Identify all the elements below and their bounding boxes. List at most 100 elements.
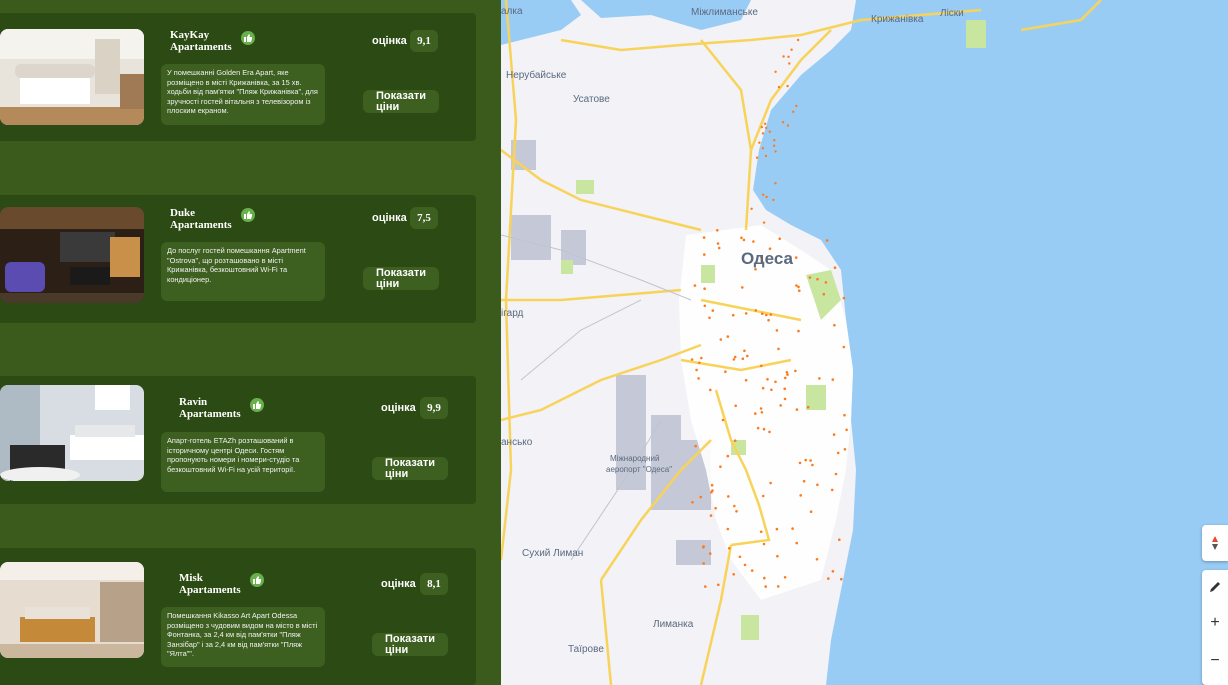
map-marker[interactable]: [693, 284, 697, 287]
map-marker[interactable]: [833, 323, 836, 327]
map-marker[interactable]: [691, 501, 694, 504]
show-prices-button[interactable]: Показати ціни: [363, 267, 439, 290]
map-marker[interactable]: [799, 494, 802, 497]
map-marker[interactable]: [719, 338, 723, 341]
map-marker[interactable]: [714, 506, 717, 510]
map-marker[interactable]: [750, 207, 753, 210]
map-marker[interactable]: [786, 84, 789, 88]
map-marker[interactable]: [717, 246, 721, 250]
map-marker[interactable]: [726, 335, 730, 338]
dark-lounge-photo[interactable]: [0, 207, 144, 303]
map-marker[interactable]: [806, 405, 810, 409]
map-marker[interactable]: [787, 55, 790, 58]
map-marker[interactable]: [770, 388, 773, 392]
map-marker[interactable]: [760, 364, 763, 368]
show-prices-button[interactable]: Показати ціни: [363, 90, 439, 113]
map-marker[interactable]: [750, 569, 754, 572]
map-marker[interactable]: [743, 563, 747, 567]
pencil-icon[interactable]: [1202, 570, 1228, 604]
map-marker[interactable]: [775, 329, 779, 332]
listing-title[interactable]: Duke Apartaments: [170, 207, 232, 231]
map-marker[interactable]: [769, 481, 772, 485]
map-marker[interactable]: [766, 378, 769, 381]
listing-title[interactable]: KayKay Apartaments: [170, 29, 232, 53]
map-marker[interactable]: [816, 277, 819, 281]
map-marker[interactable]: [726, 527, 730, 531]
map-marker[interactable]: [762, 193, 765, 196]
map-marker[interactable]: [833, 266, 837, 270]
map-marker[interactable]: [765, 195, 768, 199]
map-marker[interactable]: [710, 483, 714, 487]
map-marker[interactable]: [772, 144, 776, 147]
zoom-out-button[interactable]: −: [1202, 644, 1228, 678]
map-marker[interactable]: [762, 542, 766, 546]
map-marker[interactable]: [767, 318, 770, 322]
map-marker[interactable]: [726, 454, 730, 458]
map-marker[interactable]: [774, 150, 777, 153]
map-marker[interactable]: [759, 530, 763, 534]
map-marker[interactable]: [721, 418, 725, 422]
map-marker[interactable]: [709, 388, 712, 392]
map-marker[interactable]: [732, 573, 735, 576]
map-marker[interactable]: [783, 576, 787, 579]
show-prices-button[interactable]: Показати ціни: [372, 633, 448, 656]
map-marker[interactable]: [731, 313, 735, 317]
map-marker[interactable]: [746, 354, 749, 358]
map-marker[interactable]: [702, 562, 705, 565]
map-marker[interactable]: [695, 368, 698, 372]
map-marker[interactable]: [708, 316, 711, 320]
map-marker[interactable]: [822, 292, 826, 296]
map-marker[interactable]: [783, 397, 787, 401]
map-marker[interactable]: [809, 510, 813, 513]
map-marker[interactable]: [744, 378, 748, 382]
map-view[interactable]: алка Міжлиманське Крижанівка Ліски Неруб…: [501, 0, 1228, 685]
map-marker[interactable]: [834, 472, 838, 476]
map-marker[interactable]: [761, 494, 765, 498]
map-marker[interactable]: [694, 444, 697, 448]
map-marker[interactable]: [702, 545, 705, 549]
map-marker[interactable]: [760, 125, 763, 129]
map-marker[interactable]: [843, 413, 846, 417]
map-marker[interactable]: [724, 370, 727, 374]
map-marker[interactable]: [784, 376, 787, 380]
map-marker[interactable]: [759, 407, 763, 410]
map-marker[interactable]: [765, 126, 768, 130]
map-marker[interactable]: [761, 147, 765, 150]
map-marker[interactable]: [831, 570, 835, 573]
map-marker[interactable]: [699, 495, 702, 499]
map-marker[interactable]: [763, 576, 766, 580]
map-marker[interactable]: [795, 284, 798, 287]
map-marker[interactable]: [762, 221, 766, 224]
map-marker[interactable]: [843, 448, 847, 451]
bright-bedroom-photo[interactable]: [0, 29, 144, 125]
map-marker[interactable]: [760, 411, 764, 414]
map-marker[interactable]: [782, 55, 785, 58]
map-marker[interactable]: [740, 236, 743, 240]
map-marker[interactable]: [830, 488, 834, 492]
map-marker[interactable]: [842, 345, 846, 349]
listing-title[interactable]: Misk Apartaments: [179, 572, 241, 596]
map-marker[interactable]: [774, 70, 777, 74]
map-marker[interactable]: [754, 412, 757, 415]
map-marker[interactable]: [768, 130, 771, 133]
compass-icon[interactable]: [1202, 526, 1228, 560]
map-marker[interactable]: [842, 296, 846, 300]
map-marker[interactable]: [795, 541, 798, 545]
map-marker[interactable]: [703, 287, 706, 291]
map-marker[interactable]: [838, 538, 841, 541]
map-marker[interactable]: [798, 289, 801, 293]
map-marker[interactable]: [795, 408, 799, 411]
map-marker[interactable]: [763, 122, 767, 126]
map-marker[interactable]: [754, 268, 757, 271]
map-marker[interactable]: [831, 378, 835, 381]
map-marker[interactable]: [825, 239, 829, 242]
map-marker[interactable]: [785, 371, 789, 374]
map-marker[interactable]: [709, 514, 713, 517]
map-marker[interactable]: [743, 349, 746, 353]
map-marker[interactable]: [716, 229, 719, 232]
map-marker[interactable]: [795, 104, 798, 108]
map-marker[interactable]: [717, 583, 720, 587]
map-marker[interactable]: [779, 404, 782, 407]
map-marker[interactable]: [798, 461, 802, 465]
map-marker[interactable]: [815, 558, 819, 561]
